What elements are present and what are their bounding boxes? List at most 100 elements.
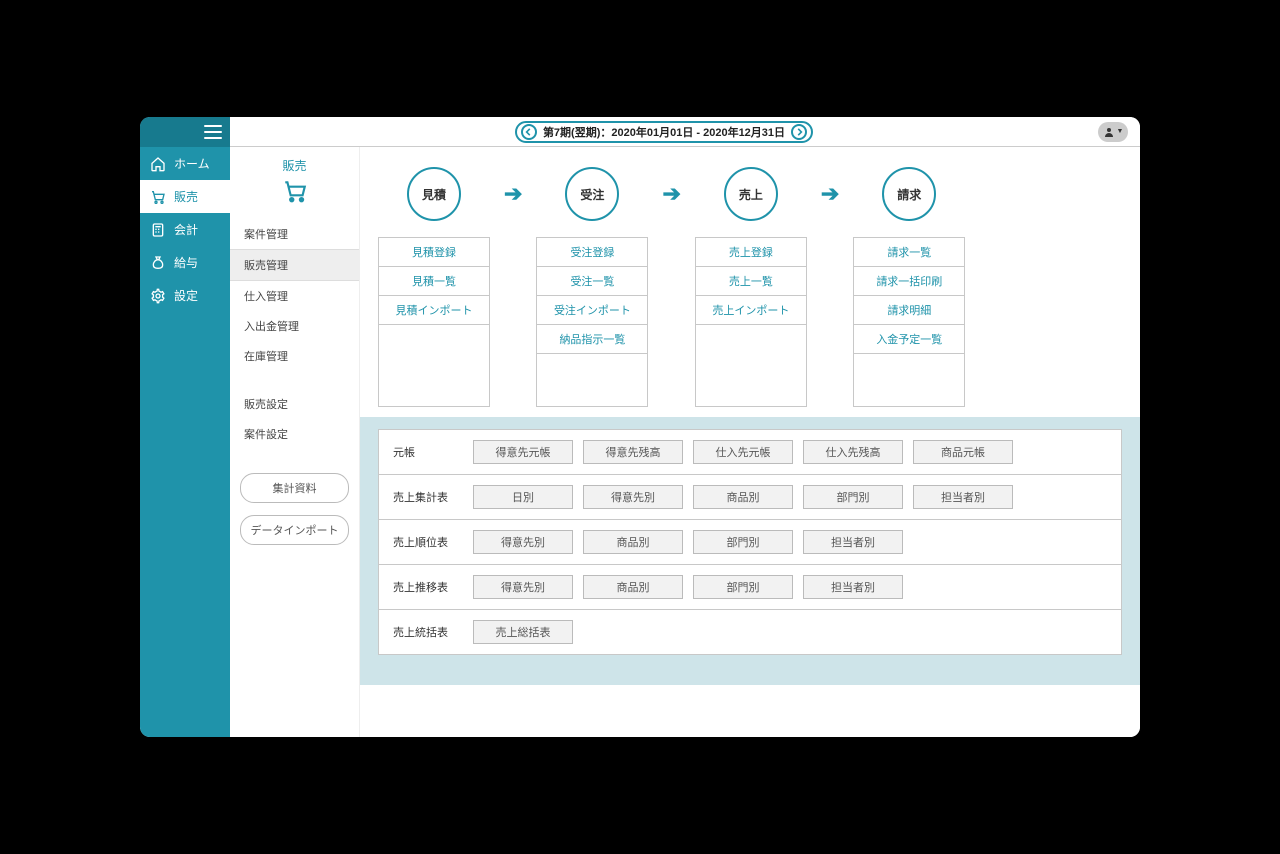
report-chip[interactable]: 商品別 bbox=[583, 530, 683, 554]
nav-label: 設定 bbox=[174, 287, 198, 304]
period-prev-button[interactable] bbox=[521, 124, 537, 140]
hamburger-icon[interactable] bbox=[204, 125, 222, 139]
gear-icon bbox=[150, 288, 166, 304]
cart-icon bbox=[150, 189, 166, 205]
link-item[interactable]: 入金予定一覧 bbox=[854, 325, 964, 354]
app-window: ホーム 販売 会計 給与 設定 bbox=[140, 117, 1140, 737]
report-chip[interactable]: 得意先元帳 bbox=[473, 440, 573, 464]
report-card: 売上集計表 日別 得意先別 商品別 部門別 担当者別 bbox=[378, 475, 1122, 520]
panel: 見積 見積登録 見積一覧 見積インポート ➔ 受注 受注登録 受注一覧 bbox=[360, 147, 1140, 737]
report-chip[interactable]: 売上総括表 bbox=[473, 620, 573, 644]
report-card: 元帳 得意先元帳 得意先残高 仕入先元帳 仕入先残高 商品元帳 bbox=[378, 429, 1122, 475]
link-item[interactable]: 売上登録 bbox=[696, 238, 806, 267]
report-label: 元帳 bbox=[393, 444, 463, 460]
nav-label: 会計 bbox=[174, 221, 198, 238]
data-import-button[interactable]: データインポート bbox=[240, 515, 349, 545]
link-item[interactable]: 見積インポート bbox=[379, 296, 489, 325]
step-circle[interactable]: 売上 bbox=[724, 167, 778, 221]
report-chip[interactable]: 担当者別 bbox=[803, 530, 903, 554]
report-label: 売上統括表 bbox=[393, 624, 463, 640]
report-chip[interactable]: 商品別 bbox=[693, 485, 793, 509]
report-chip[interactable]: 得意先残高 bbox=[583, 440, 683, 464]
flow-step-quote: 見積 見積登録 見積一覧 見積インポート bbox=[378, 167, 490, 407]
period-selector: 第7期(翌期)：2020年01月01日 - 2020年12月31日 bbox=[515, 121, 813, 143]
step-linkbox: 見積登録 見積一覧 見積インポート bbox=[378, 237, 490, 407]
report-chip[interactable]: 部門別 bbox=[693, 530, 793, 554]
chevron-down-icon: ▼ bbox=[1117, 128, 1124, 135]
subnav-item[interactable]: 案件管理 bbox=[230, 219, 359, 249]
step-circle[interactable]: 受注 bbox=[565, 167, 619, 221]
report-chip[interactable]: 日別 bbox=[473, 485, 573, 509]
step-linkbox: 受注登録 受注一覧 受注インポート 納品指示一覧 bbox=[536, 237, 648, 407]
topbar: 第7期(翌期)：2020年01月01日 - 2020年12月31日 ▼ bbox=[230, 117, 1140, 147]
report-chip[interactable]: 担当者別 bbox=[803, 575, 903, 599]
link-item[interactable]: 受注インポート bbox=[537, 296, 647, 325]
calculator-icon bbox=[150, 222, 166, 238]
nav-accounting[interactable]: 会計 bbox=[140, 213, 230, 246]
subnav-item[interactable]: 販売管理 bbox=[230, 249, 359, 281]
arrow-right-icon: ➔ bbox=[662, 167, 680, 221]
sidebar-header bbox=[140, 117, 230, 147]
secondary-sidebar: 販売 案件管理 販売管理 仕入管理 入出金管理 在庫管理 販売設定 案件設定 集… bbox=[230, 147, 360, 737]
nav-payroll[interactable]: 給与 bbox=[140, 246, 230, 279]
nav-home[interactable]: ホーム bbox=[140, 147, 230, 180]
report-card: 売上統括表 売上総括表 bbox=[378, 610, 1122, 655]
period-text: 第7期(翌期)：2020年01月01日 - 2020年12月31日 bbox=[543, 124, 785, 140]
money-bag-icon bbox=[150, 255, 166, 271]
link-item[interactable]: 請求明細 bbox=[854, 296, 964, 325]
step-circle[interactable]: 請求 bbox=[882, 167, 936, 221]
report-chip[interactable]: 仕入先残高 bbox=[803, 440, 903, 464]
user-icon bbox=[1103, 126, 1115, 138]
flow-step-order: 受注 受注登録 受注一覧 受注インポート 納品指示一覧 bbox=[536, 167, 648, 407]
arrow-right-icon: ➔ bbox=[821, 167, 839, 221]
subnav-title: 販売 bbox=[230, 157, 359, 174]
user-menu-button[interactable]: ▼ bbox=[1098, 122, 1128, 142]
report-label: 売上集計表 bbox=[393, 489, 463, 505]
report-chip[interactable]: 担当者別 bbox=[913, 485, 1013, 509]
report-label: 売上順位表 bbox=[393, 534, 463, 550]
nav-label: 販売 bbox=[174, 188, 198, 205]
workflow-row: 見積 見積登録 見積一覧 見積インポート ➔ 受注 受注登録 受注一覧 bbox=[360, 147, 1140, 417]
main-area: 第7期(翌期)：2020年01月01日 - 2020年12月31日 ▼ 販売 案… bbox=[230, 117, 1140, 737]
link-item[interactable]: 請求一覧 bbox=[854, 238, 964, 267]
home-icon bbox=[150, 156, 166, 172]
report-card: 売上順位表 得意先別 商品別 部門別 担当者別 bbox=[378, 520, 1122, 565]
nav-sales[interactable]: 販売 bbox=[140, 180, 230, 213]
report-chip[interactable]: 商品別 bbox=[583, 575, 683, 599]
nav-label: ホーム bbox=[174, 155, 210, 172]
flow-step-invoice: 請求 請求一覧 請求一括印刷 請求明細 入金予定一覧 bbox=[853, 167, 965, 407]
report-chip[interactable]: 得意先別 bbox=[473, 530, 573, 554]
aggregate-button[interactable]: 集計資料 bbox=[240, 473, 349, 503]
reports-area: 元帳 得意先元帳 得意先残高 仕入先元帳 仕入先残高 商品元帳 売上集計表 日別 bbox=[360, 417, 1140, 685]
link-item[interactable]: 見積登録 bbox=[379, 238, 489, 267]
subnav-item[interactable]: 仕入管理 bbox=[230, 281, 359, 311]
period-next-button[interactable] bbox=[791, 124, 807, 140]
link-item[interactable]: 受注登録 bbox=[537, 238, 647, 267]
report-label: 売上推移表 bbox=[393, 579, 463, 595]
link-item[interactable]: 納品指示一覧 bbox=[537, 325, 647, 354]
report-card: 売上推移表 得意先別 商品別 部門別 担当者別 bbox=[378, 565, 1122, 610]
cart-icon bbox=[230, 178, 359, 207]
report-chip[interactable]: 部門別 bbox=[803, 485, 903, 509]
report-chip[interactable]: 商品元帳 bbox=[913, 440, 1013, 464]
subnav-item[interactable]: 案件設定 bbox=[230, 419, 359, 449]
report-chip[interactable]: 部門別 bbox=[693, 575, 793, 599]
subnav-item[interactable]: 在庫管理 bbox=[230, 341, 359, 371]
report-chip[interactable]: 得意先別 bbox=[583, 485, 683, 509]
nav-label: 給与 bbox=[174, 254, 198, 271]
subnav-item[interactable]: 入出金管理 bbox=[230, 311, 359, 341]
link-item[interactable]: 見積一覧 bbox=[379, 267, 489, 296]
report-chip[interactable]: 仕入先元帳 bbox=[693, 440, 793, 464]
nav-settings[interactable]: 設定 bbox=[140, 279, 230, 312]
content: 販売 案件管理 販売管理 仕入管理 入出金管理 在庫管理 販売設定 案件設定 集… bbox=[230, 147, 1140, 737]
report-chip[interactable]: 得意先別 bbox=[473, 575, 573, 599]
flow-step-sales: 売上 売上登録 売上一覧 売上インポート bbox=[695, 167, 807, 407]
arrow-right-icon: ➔ bbox=[504, 167, 522, 221]
link-item[interactable]: 売上一覧 bbox=[696, 267, 806, 296]
step-circle[interactable]: 見積 bbox=[407, 167, 461, 221]
link-item[interactable]: 請求一括印刷 bbox=[854, 267, 964, 296]
subnav-item[interactable]: 販売設定 bbox=[230, 389, 359, 419]
step-linkbox: 売上登録 売上一覧 売上インポート bbox=[695, 237, 807, 407]
link-item[interactable]: 売上インポート bbox=[696, 296, 806, 325]
link-item[interactable]: 受注一覧 bbox=[537, 267, 647, 296]
